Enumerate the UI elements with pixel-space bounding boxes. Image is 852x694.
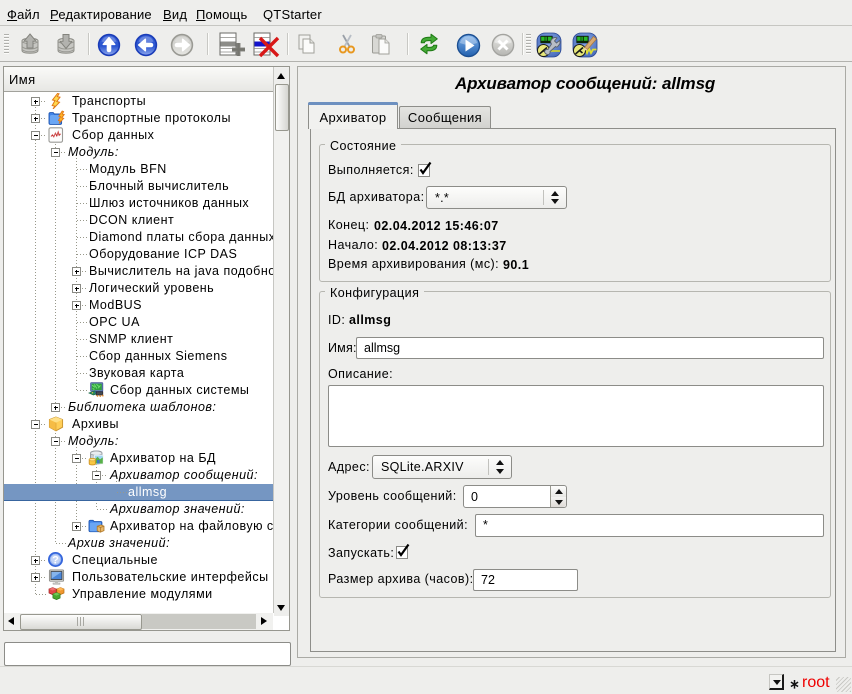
svg-text:?: ? [52, 554, 59, 566]
